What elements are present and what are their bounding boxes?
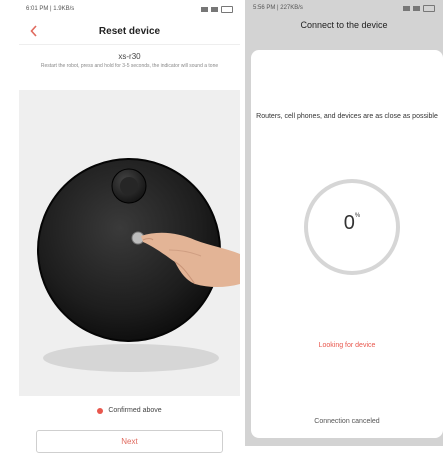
radio-dot-icon: [97, 407, 104, 414]
next-button[interactable]: Next: [36, 430, 223, 453]
back-button[interactable]: [26, 22, 42, 40]
status-time: 6:01 PM | 1.9KB/s: [26, 6, 75, 12]
status-bar: 5:56 PM | 227KB/s: [245, 0, 443, 16]
battery-icon: [423, 4, 435, 12]
header: Reset device: [19, 18, 240, 45]
progress-number: 0: [343, 212, 355, 234]
screenshot-canvas: 6:01 PM | 1.9KB/s Reset device xs-r30 Re…: [0, 0, 443, 466]
status-icons: [201, 5, 233, 13]
battery-icon: [221, 5, 233, 13]
cancel-connection-button[interactable]: Connection canceled: [251, 418, 443, 425]
proximity-hint: Routers, cell phones, and devices are as…: [256, 113, 438, 120]
status-time: 5:56 PM | 227KB/s: [253, 5, 303, 11]
page-title: Reset device: [98, 25, 161, 37]
confirm-label: Confirmed above: [108, 407, 162, 414]
progress-unit: %: [354, 213, 361, 219]
reset-device-screen: 6:01 PM | 1.9KB/s Reset device xs-r30 Re…: [19, 0, 240, 466]
signal-icon: [403, 5, 410, 11]
header: Connect to the device: [245, 16, 443, 34]
connect-device-screen: 5:56 PM | 227KB/s Connect to the device …: [245, 0, 443, 446]
reset-instruction: Restart the robot, press and hold for 3-…: [40, 63, 219, 69]
search-status: Looking for device: [318, 342, 376, 349]
chevron-left-icon: [30, 25, 37, 37]
wifi-icon: [211, 6, 218, 12]
page-title: Connect to the device: [300, 20, 388, 30]
confirm-checkbox[interactable]: Confirmed above: [19, 407, 240, 414]
robot-vacuum-photo: [19, 90, 240, 396]
wifi-icon: [413, 5, 420, 11]
progress-ring: 0%: [301, 176, 403, 278]
robot-illustration: [19, 90, 240, 396]
signal-icon: [201, 6, 208, 12]
device-model: xs-r30: [118, 52, 141, 61]
progress-value: 0%: [301, 212, 403, 235]
connection-card: Routers, cell phones, and devices are as…: [251, 50, 443, 438]
status-bar: 6:01 PM | 1.9KB/s: [19, 0, 240, 18]
status-icons: [403, 4, 435, 12]
